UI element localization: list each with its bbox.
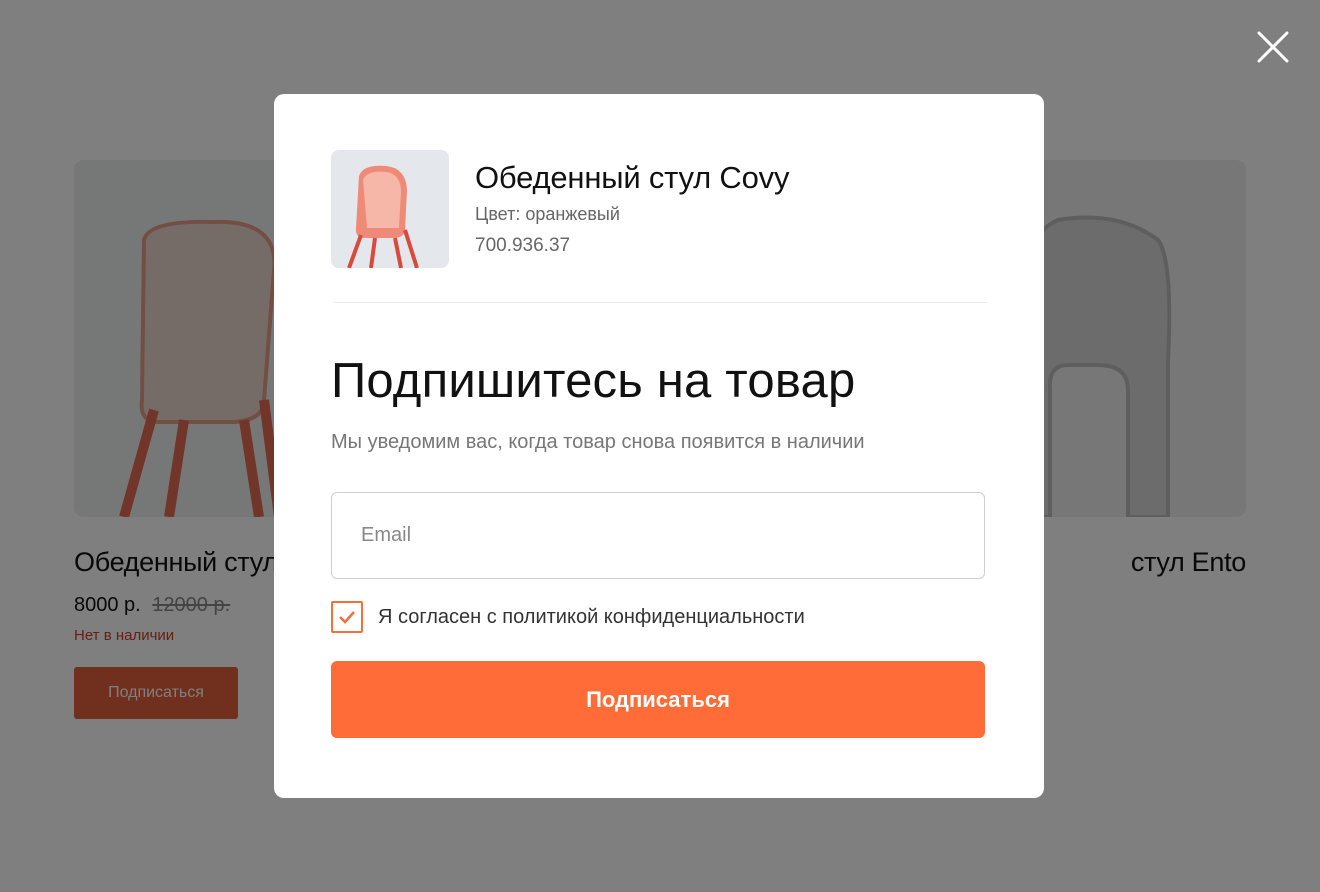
product-info: Обеденный стул Covy Цвет: оранжевый 700.… [475,150,789,257]
product-color: Цвет: оранжевый [475,204,620,224]
email-field[interactable] [331,492,985,579]
divider [334,302,987,303]
subscribe-submit-button[interactable]: Подписаться [331,661,985,738]
consent-row: Я согласен с политикой конфиденциальност… [331,601,987,633]
checkmark-icon [339,611,355,624]
product-sku: 700.936.37 [475,235,571,256]
subscribe-modal: Обеденный стул Covy Цвет: оранжевый 700.… [274,94,1044,798]
product-thumbnail [331,150,449,268]
consent-label[interactable]: Я согласен с политикой конфиденциальност… [378,606,805,629]
product-name: Обеденный стул Covy [475,160,790,195]
modal-heading: Подпишитесь на товар [331,354,856,408]
close-icon[interactable] [1254,28,1292,66]
product-summary: Обеденный стул Covy Цвет: оранжевый 700.… [331,150,987,268]
consent-checkbox[interactable] [331,601,363,633]
modal-subtext: Мы уведомим вас, когда товар снова появи… [331,431,865,453]
